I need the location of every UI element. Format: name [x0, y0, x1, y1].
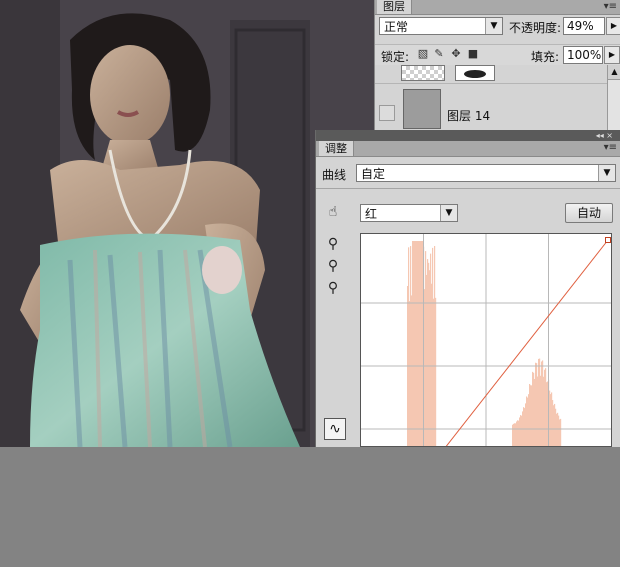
layers-panel: 图层 ▾≡ 正常 ▼ 不透明度: 49% ▶ 锁定: ▧ ✎ ✥ ■ 填充: 1…: [374, 0, 620, 130]
tab-adjustments[interactable]: 调整: [319, 141, 354, 156]
layer-mask-thumbnail: [455, 65, 495, 81]
curve-pencil-icon[interactable]: ∿: [324, 418, 346, 440]
auto-button[interactable]: 自动: [565, 203, 613, 223]
layer-thumbnail: [401, 65, 445, 81]
preset-select[interactable]: 自定 ▼: [356, 164, 616, 182]
chevron-down-icon: ▼: [598, 165, 615, 181]
chevron-down-icon: ▼: [440, 205, 457, 221]
opacity-flyout-button[interactable]: ▶: [606, 17, 620, 35]
layers-scrollbar[interactable]: ▲: [607, 65, 620, 130]
lock-move-icon[interactable]: ✥: [450, 48, 462, 60]
lock-all-icon[interactable]: ■: [467, 48, 479, 60]
layer-name[interactable]: 图层 14: [447, 107, 490, 124]
histogram-bar: [560, 418, 562, 446]
gray-eyedropper-icon[interactable]: ⚲: [322, 256, 344, 276]
layer-thumbnail: [403, 89, 441, 129]
empty-canvas-area: [0, 447, 620, 567]
curve-line: [445, 239, 609, 446]
layer-row[interactable]: [375, 65, 607, 84]
histogram-bar: [435, 297, 437, 446]
divider: [316, 188, 620, 189]
panel-header: ◂◂ ×: [316, 130, 620, 141]
panel-menu-icon[interactable]: ▾≡: [604, 142, 617, 154]
fill-input[interactable]: 100%: [563, 46, 603, 64]
tab-layers[interactable]: 图层: [377, 0, 412, 14]
lock-transparent-icon[interactable]: ▧: [417, 48, 429, 60]
curve-plot: [361, 234, 611, 446]
curve-point[interactable]: [605, 237, 611, 243]
blend-mode-select[interactable]: 正常 ▼: [379, 17, 503, 35]
adjustments-tabbar: 调整 ▾≡: [316, 141, 620, 157]
channel-value: 红: [365, 207, 378, 221]
histogram: [407, 241, 562, 446]
channel-select[interactable]: 红 ▼: [360, 204, 458, 222]
lock-brush-icon[interactable]: ✎: [433, 48, 445, 60]
blend-mode-value: 正常: [384, 20, 409, 34]
opacity-input[interactable]: 49%: [563, 17, 605, 35]
layer-row[interactable]: 图层 14: [375, 85, 607, 130]
layers-tabbar: 图层 ▾≡: [375, 0, 620, 15]
lock-label: 锁定:: [381, 50, 410, 64]
opacity-label: 不透明度:: [509, 21, 562, 35]
black-eyedropper-icon[interactable]: ⚲: [322, 234, 344, 254]
adjustments-panel: ◂◂ × 调整 ▾≡ 曲线 自定 ▼ ☝ ⚲ ⚲ ⚲ 红 ▼ 自动 ∿: [315, 130, 620, 447]
panel-menu-icon[interactable]: ▾≡: [604, 1, 617, 13]
visibility-toggle[interactable]: [379, 105, 395, 121]
chevron-down-icon: ▼: [485, 18, 502, 34]
lock-row: 锁定: ▧ ✎ ✥ ■ 填充: 100% ▶: [375, 44, 620, 66]
preset-label: 曲线: [322, 168, 347, 182]
white-eyedropper-icon[interactable]: ⚲: [322, 278, 344, 298]
hand-adjust-icon[interactable]: ☝: [322, 202, 344, 222]
curve-grid: [361, 234, 611, 446]
collapse-icon[interactable]: ◂◂ ×: [596, 130, 613, 141]
curve-graph[interactable]: [360, 233, 612, 447]
scroll-up-icon[interactable]: ▲: [608, 65, 620, 80]
fill-label: 填充:: [531, 50, 560, 64]
fill-flyout-button[interactable]: ▶: [604, 46, 620, 64]
preset-value: 自定: [361, 167, 386, 181]
